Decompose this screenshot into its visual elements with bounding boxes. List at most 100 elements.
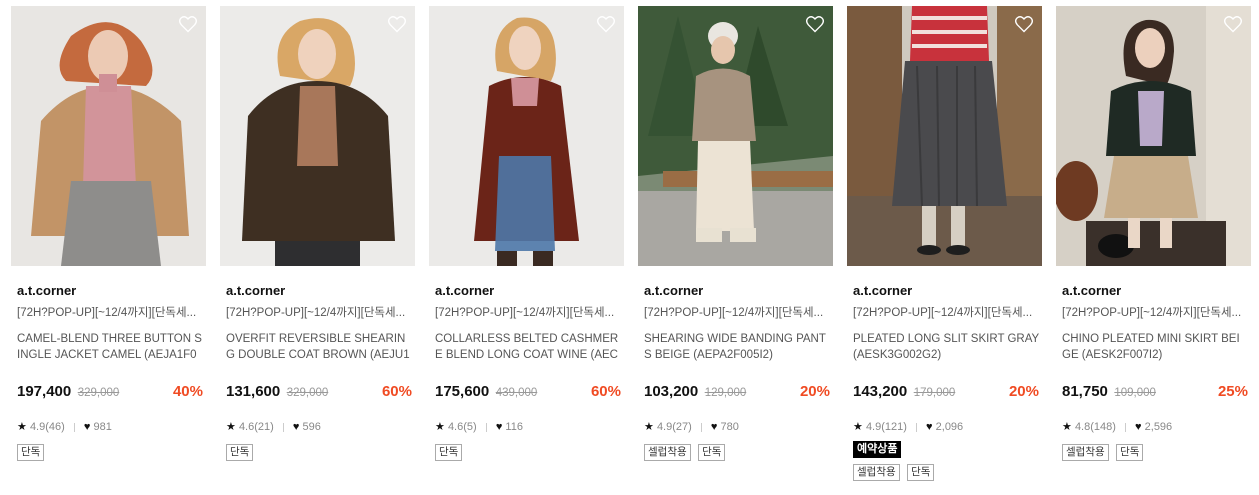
tag-list: 셀럽착용 단독 (644, 442, 833, 461)
heart-filled-icon: ♥ (292, 421, 300, 433)
review-stats: ★ 4.6(21) ♥ 596 (226, 420, 415, 434)
discount-rate: 25% (1217, 383, 1248, 400)
brand-name[interactable]: a.t.corner (17, 283, 206, 299)
rating: 4.6(5) (447, 421, 477, 433)
product-photo (11, 6, 206, 266)
brand-name[interactable]: a.t.corner (1062, 283, 1251, 299)
product-image[interactable] (1056, 6, 1251, 266)
wishlist-heart-icon[interactable] (596, 14, 616, 34)
product-card[interactable]: a.t.corner [72H?POP-UP][~12/4까지][단독세... … (11, 6, 206, 461)
rating: 4.9(121) (865, 421, 907, 433)
product-card[interactable]: a.t.corner [72H?POP-UP][~12/4까지][단독세... … (638, 6, 833, 461)
star-icon: ★ (1062, 421, 1072, 433)
product-photo (220, 6, 415, 266)
sale-price: 197,400 (17, 383, 72, 400)
sale-price: 81,750 (1062, 383, 1108, 400)
promo-text[interactable]: [72H?POP-UP][~12/4까지][단독세... (17, 306, 205, 321)
product-image[interactable] (638, 6, 833, 266)
discount-rate: 20% (799, 383, 830, 400)
tag: 셀럽착용 (644, 444, 691, 461)
product-card[interactable]: a.t.corner [72H?POP-UP][~12/4까지][단독세... … (220, 6, 415, 461)
rating: 4.9(46) (29, 421, 65, 433)
product-image[interactable] (847, 6, 1042, 266)
tag: 단독 (907, 464, 935, 481)
tag-list: 단독 (435, 442, 624, 461)
divider (485, 422, 487, 432)
product-card[interactable]: a.t.corner [72H?POP-UP][~12/4까지][단독세... … (429, 6, 624, 461)
product-name[interactable]: PLEATED LONG SLIT SKIRT GRAY (AESK3G002G… (853, 331, 1039, 363)
product-image[interactable] (220, 6, 415, 266)
heart-filled-icon: ♥ (495, 421, 503, 433)
review-stats: ★ 4.6(5) ♥ 116 (435, 420, 624, 434)
rating: 4.8(148) (1074, 421, 1116, 433)
tag: 단독 (435, 444, 463, 461)
original-price: 109,000 (1114, 387, 1156, 399)
discount-rate: 60% (381, 383, 412, 400)
promo-text[interactable]: [72H?POP-UP][~12/4까지][단독세... (644, 306, 832, 321)
like-count: 2,596 (1144, 421, 1173, 433)
heart-filled-icon: ♥ (83, 421, 91, 433)
tag: 단독 (17, 444, 45, 461)
sale-price: 175,600 (435, 383, 490, 400)
star-icon: ★ (226, 421, 236, 433)
star-icon: ★ (435, 421, 445, 433)
tag-list: 셀럽착용 단독 (853, 462, 1042, 481)
wishlist-heart-icon[interactable] (1014, 14, 1034, 34)
product-photo (429, 6, 624, 266)
discount-rate: 40% (172, 383, 203, 400)
tag-list: 단독 (17, 442, 206, 461)
tag: 단독 (698, 444, 726, 461)
original-price: 329,000 (77, 387, 120, 399)
heart-filled-icon: ♥ (926, 421, 933, 433)
promo-text[interactable]: [72H?POP-UP][~12/4까지][단독세... (853, 306, 1041, 321)
original-price: 179,000 (913, 387, 956, 399)
product-name[interactable]: CHINO PLEATED MINI SKIRT BEIGE (AESK2F00… (1062, 331, 1248, 363)
tag: 셀럽착용 (853, 464, 900, 481)
tag: 셀럽착용 (1062, 444, 1109, 461)
product-image[interactable] (11, 6, 206, 266)
brand-name[interactable]: a.t.corner (226, 283, 415, 299)
wishlist-heart-icon[interactable] (805, 14, 825, 34)
divider (915, 422, 917, 432)
rating: 4.6(21) (238, 421, 274, 433)
divider (73, 422, 75, 432)
like-count: 2,096 (935, 421, 964, 433)
original-price: 439,000 (495, 387, 538, 399)
tag-list: 셀럽착용 단독 (1062, 442, 1251, 461)
brand-name[interactable]: a.t.corner (853, 283, 1042, 299)
divider (700, 422, 702, 432)
discount-rate: 20% (1008, 383, 1039, 400)
brand-name[interactable]: a.t.corner (644, 283, 833, 299)
discount-rate: 60% (590, 383, 621, 400)
like-count: 981 (93, 421, 112, 433)
sale-price: 103,200 (644, 383, 699, 400)
rating: 4.9(27) (656, 421, 692, 433)
review-stats: ★ 4.9(121) ♥ 2,096 (853, 420, 1042, 434)
star-icon: ★ (17, 421, 27, 433)
promo-text[interactable]: [72H?POP-UP][~12/4까지][단독세... (435, 306, 623, 321)
reservation-badge: 예약상품 (853, 441, 902, 458)
review-stats: ★ 4.9(46) ♥ 981 (17, 420, 206, 434)
product-name[interactable]: CAMEL-BLEND THREE BUTTON SINGLE JACKET C… (17, 331, 203, 363)
product-card[interactable]: a.t.corner [72H?POP-UP][~12/4까지][단독세... … (847, 6, 1042, 481)
promo-text[interactable]: [72H?POP-UP][~12/4까지][단독세... (1062, 306, 1250, 321)
star-icon: ★ (853, 421, 863, 433)
product-name[interactable]: SHEARING WIDE BANDING PANTS BEIGE (AEPA2… (644, 331, 830, 363)
product-name[interactable]: OVERFIT REVERSIBLE SHEARING DOUBLE COAT … (226, 331, 412, 363)
review-stats: ★ 4.9(27) ♥ 780 (644, 420, 833, 434)
brand-name[interactable]: a.t.corner (435, 283, 624, 299)
product-name[interactable]: COLLARLESS BELTED CASHMERE BLEND LONG CO… (435, 331, 621, 363)
price-row: 81,750 109,000 25% (1062, 383, 1248, 403)
wishlist-heart-icon[interactable] (387, 14, 407, 34)
sale-price: 143,200 (853, 383, 908, 400)
tag: 단독 (226, 444, 254, 461)
price-row: 175,600 439,000 60% (435, 383, 621, 403)
product-photo (847, 6, 1042, 266)
wishlist-heart-icon[interactable] (1223, 14, 1243, 34)
wishlist-heart-icon[interactable] (178, 14, 198, 34)
price-row: 197,400 329,000 40% (17, 383, 203, 403)
product-card[interactable]: a.t.corner [72H?POP-UP][~12/4까지][단독세... … (1056, 6, 1251, 461)
product-image[interactable] (429, 6, 624, 266)
promo-text[interactable]: [72H?POP-UP][~12/4까지][단독세... (226, 306, 414, 321)
original-price: 129,000 (704, 387, 747, 399)
